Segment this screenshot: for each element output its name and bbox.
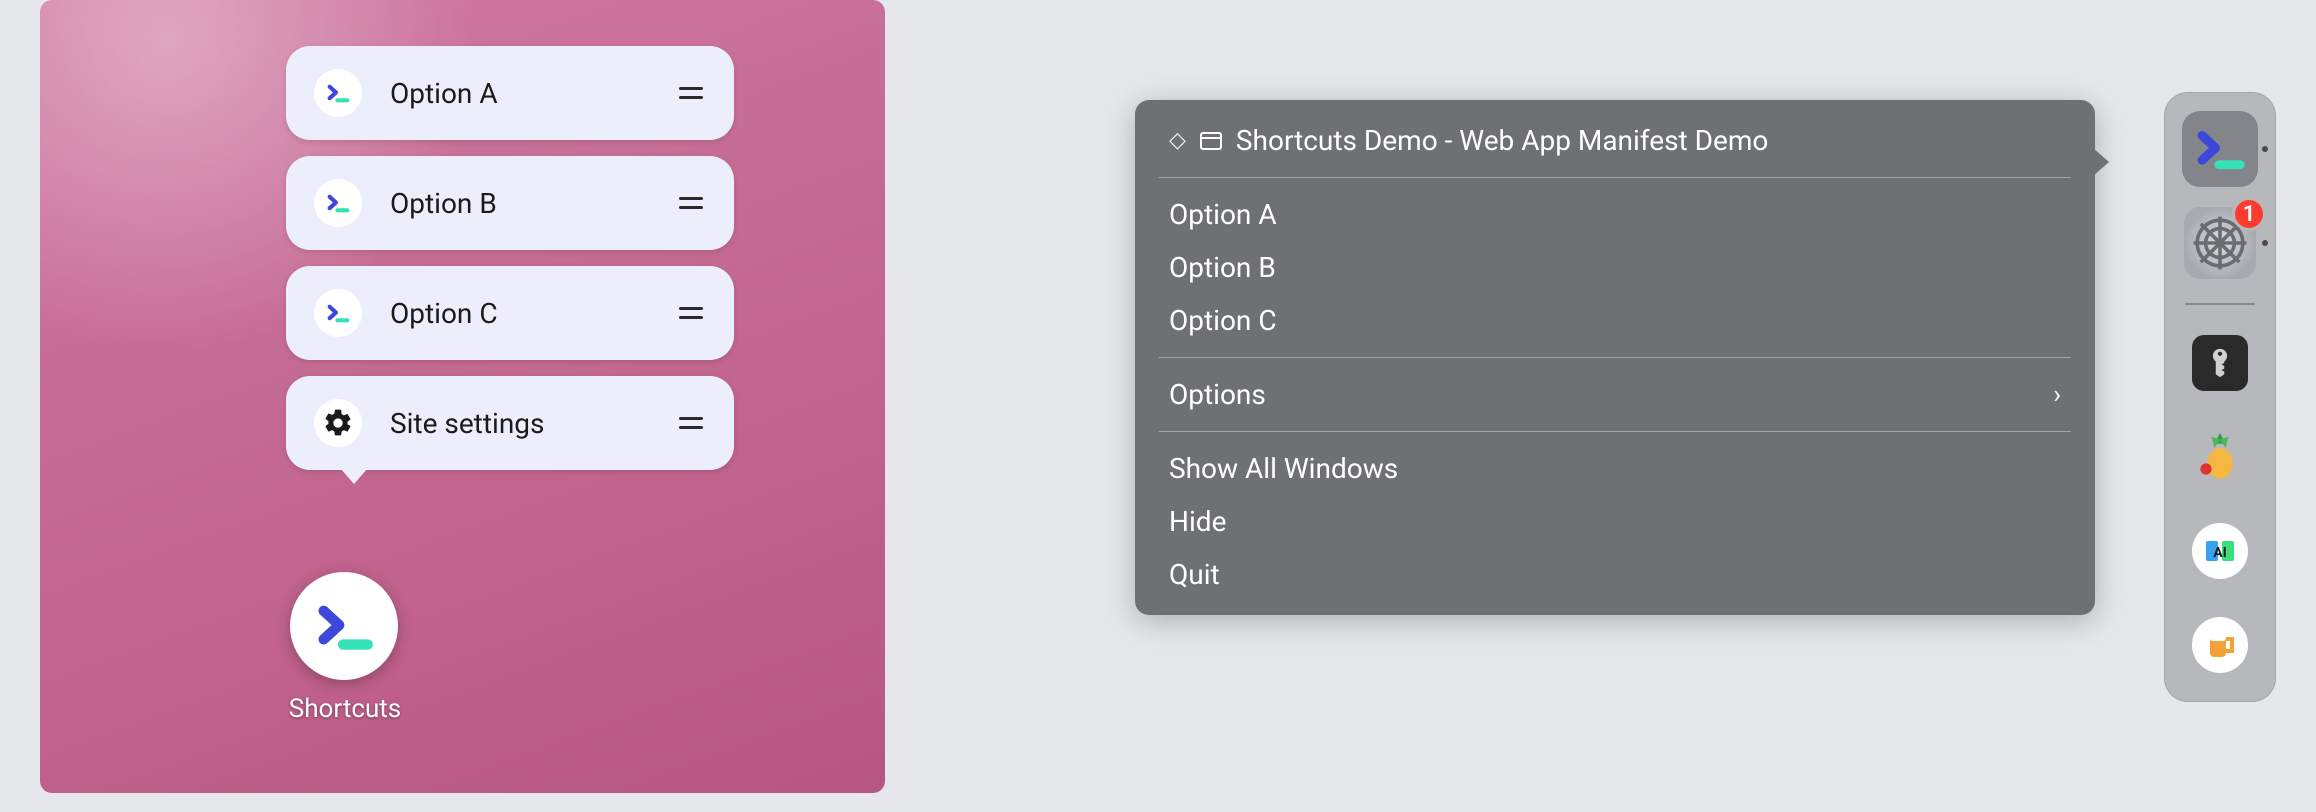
pineapple-icon bbox=[2192, 427, 2248, 487]
android-shortcut-menu: Option A Option B Option C Site settings bbox=[286, 46, 734, 470]
menu-separator bbox=[1159, 431, 2071, 432]
keychain-icon bbox=[2192, 335, 2248, 391]
menu-separator bbox=[1159, 357, 2071, 358]
menu-item-show-all-windows[interactable]: Show All Windows bbox=[1135, 442, 2095, 495]
menu-item-hide[interactable]: Hide bbox=[1135, 495, 2095, 548]
android-launcher-panel: Option A Option B Option C Site settings bbox=[40, 0, 885, 793]
shortcut-item-option-c[interactable]: Option C bbox=[286, 266, 734, 360]
ai-icon bbox=[2192, 523, 2248, 579]
drag-handle-icon[interactable] bbox=[676, 87, 706, 99]
app-launcher-icon[interactable] bbox=[290, 572, 398, 680]
app-launcher-label: Shortcuts bbox=[250, 694, 440, 724]
menu-title: Shortcuts Demo - Web App Manifest Demo bbox=[1236, 124, 2061, 157]
beer-icon bbox=[2192, 617, 2248, 673]
dock-item-system-preferences[interactable]: 1 bbox=[2182, 205, 2258, 281]
menu-item-label: Option B bbox=[1169, 251, 2061, 284]
macos-dock: 1 bbox=[2164, 92, 2276, 702]
menu-tail-icon bbox=[2093, 148, 2109, 176]
menu-item-option-a[interactable]: Option A bbox=[1135, 188, 2095, 241]
menu-item-option-b[interactable]: Option B bbox=[1135, 241, 2095, 294]
shortcut-item-site-settings[interactable]: Site settings bbox=[286, 376, 734, 470]
shortcut-item-label: Option C bbox=[362, 297, 676, 330]
dock-item-shortcuts-app[interactable] bbox=[2182, 111, 2258, 187]
dock-separator bbox=[2185, 303, 2255, 305]
notification-badge: 1 bbox=[2232, 197, 2266, 231]
drag-handle-icon[interactable] bbox=[676, 307, 706, 319]
app-logo-icon bbox=[314, 289, 362, 337]
menu-item-option-c[interactable]: Option C bbox=[1135, 294, 2095, 347]
menu-separator bbox=[1159, 177, 2071, 178]
diamond-icon: ◇ bbox=[1169, 128, 1186, 153]
window-icon bbox=[1200, 132, 1222, 150]
app-logo-icon bbox=[314, 69, 362, 117]
menu-item-label: Options bbox=[1169, 378, 2053, 411]
dock-item-keychain[interactable] bbox=[2182, 325, 2258, 401]
menu-item-label: Hide bbox=[1169, 505, 2061, 538]
menu-item-app-window[interactable]: ◇ Shortcuts Demo - Web App Manifest Demo bbox=[1135, 114, 2095, 167]
shortcut-item-label: Option B bbox=[362, 187, 676, 220]
gear-icon bbox=[314, 399, 362, 447]
menu-item-quit[interactable]: Quit bbox=[1135, 548, 2095, 601]
dock-item-ai-app[interactable] bbox=[2182, 513, 2258, 589]
menu-item-label: Quit bbox=[1169, 558, 2061, 591]
menu-item-label: Option C bbox=[1169, 304, 2061, 337]
macos-dock-context-menu: ◇ Shortcuts Demo - Web App Manifest Demo… bbox=[1135, 100, 2095, 615]
app-logo-icon bbox=[314, 179, 362, 227]
chevron-right-icon: › bbox=[2053, 380, 2061, 410]
menu-item-options-submenu[interactable]: Options › bbox=[1135, 368, 2095, 421]
menu-tail-icon bbox=[340, 468, 368, 484]
menu-item-label: Option A bbox=[1169, 198, 2061, 231]
menu-item-label: Show All Windows bbox=[1169, 452, 2061, 485]
drag-handle-icon[interactable] bbox=[676, 417, 706, 429]
running-indicator-icon bbox=[2262, 240, 2268, 246]
drag-handle-icon[interactable] bbox=[676, 197, 706, 209]
shortcut-item-label: Option A bbox=[362, 77, 676, 110]
shortcut-item-option-b[interactable]: Option B bbox=[286, 156, 734, 250]
dock-item-pineapple-app[interactable] bbox=[2182, 419, 2258, 495]
running-indicator-icon bbox=[2262, 146, 2268, 152]
shortcut-item-option-a[interactable]: Option A bbox=[286, 46, 734, 140]
shortcut-item-label: Site settings bbox=[362, 407, 676, 440]
dock-item-beer-app[interactable] bbox=[2182, 607, 2258, 683]
